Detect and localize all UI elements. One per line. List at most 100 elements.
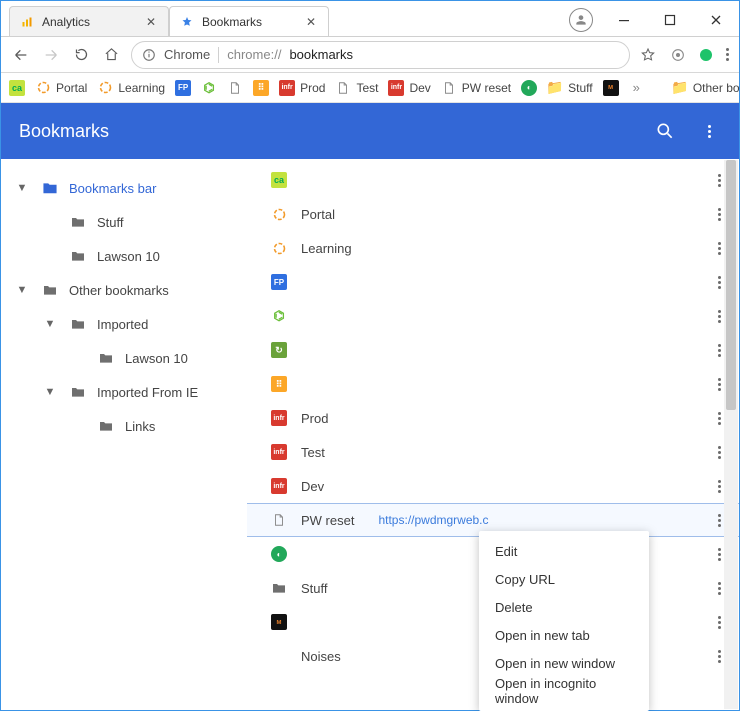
folder-icon bbox=[69, 248, 87, 264]
browser-tab[interactable]: Analytics✕ bbox=[9, 6, 169, 36]
row-more-button[interactable] bbox=[718, 537, 721, 571]
tree-node[interactable]: ▼Imported From IE bbox=[1, 375, 247, 409]
bookmark-favicon: ↻ bbox=[271, 342, 287, 358]
row-more-button[interactable] bbox=[718, 231, 721, 265]
row-more-button[interactable] bbox=[718, 401, 721, 435]
tree-expander-icon[interactable]: ▼ bbox=[41, 386, 59, 398]
reload-button[interactable] bbox=[71, 45, 91, 65]
context-menu-item[interactable]: Copy URL bbox=[479, 565, 649, 593]
address-bar[interactable]: Chrome chrome://bookmarks bbox=[131, 41, 630, 69]
row-more-button[interactable] bbox=[718, 197, 721, 231]
context-menu-item[interactable]: Edit bbox=[479, 537, 649, 565]
folder-icon bbox=[41, 282, 59, 298]
tree-node[interactable]: Stuff bbox=[1, 205, 247, 239]
home-button[interactable] bbox=[101, 45, 121, 65]
bookmark-list-row[interactable]: ⠿ bbox=[247, 367, 739, 401]
row-more-button[interactable] bbox=[718, 469, 721, 503]
bookmark-bar-item[interactable]: ⠿ bbox=[253, 80, 269, 96]
tree-label: Imported bbox=[97, 317, 148, 332]
bookmark-bar-item[interactable]: ⌬ bbox=[201, 80, 217, 96]
bookmark-list-row[interactable]: Portal bbox=[247, 197, 739, 231]
row-more-button[interactable] bbox=[718, 299, 721, 333]
bookmark-favicon bbox=[271, 206, 287, 222]
tab-label: Bookmarks bbox=[202, 15, 262, 29]
bookmark-bar-item[interactable]: PW reset bbox=[441, 80, 511, 96]
folder-icon bbox=[41, 180, 59, 196]
tree-expander-icon[interactable]: ▼ bbox=[41, 318, 59, 330]
back-button[interactable] bbox=[11, 45, 31, 65]
bookmark-bar-item[interactable]: ca bbox=[9, 80, 25, 96]
bookmark-favicon: ca bbox=[271, 172, 287, 188]
bookmark-bar-item[interactable]: м bbox=[603, 80, 619, 96]
omnibox-scheme: Chrome bbox=[164, 47, 210, 62]
context-menu-item[interactable]: Open in incognito window bbox=[479, 677, 649, 705]
bookmark-favicon: ⠿ bbox=[271, 376, 287, 392]
bookmark-list-row[interactable]: FP bbox=[247, 265, 739, 299]
tree-label: Stuff bbox=[97, 215, 124, 230]
bookmark-url: https://pwdmgrweb.c bbox=[378, 513, 488, 527]
tree-node[interactable]: Lawson 10 bbox=[1, 341, 247, 375]
bookmark-bar-item[interactable]: infrProd bbox=[279, 80, 325, 96]
row-more-button[interactable] bbox=[718, 639, 721, 673]
bookmark-list-row[interactable]: infrDev bbox=[247, 469, 739, 503]
bookmark-bar-item[interactable]: Test bbox=[335, 80, 378, 96]
row-more-button[interactable] bbox=[718, 265, 721, 299]
bookmark-list-row[interactable]: Learning bbox=[247, 231, 739, 265]
bookmark-name: Portal bbox=[301, 207, 335, 222]
row-more-button[interactable] bbox=[718, 504, 721, 536]
star-bookmark-icon[interactable] bbox=[640, 47, 656, 63]
bookmark-bar-item[interactable]: 📁Stuff bbox=[547, 80, 592, 96]
row-more-button[interactable] bbox=[718, 571, 721, 605]
other-bookmarks-button[interactable]: 📁Other bookmarks bbox=[672, 80, 740, 96]
header-menu-button[interactable] bbox=[697, 119, 721, 143]
context-menu-item[interactable]: Open in new window bbox=[479, 649, 649, 677]
window-minimize-button[interactable] bbox=[601, 4, 647, 36]
tree-node[interactable]: ▼Other bookmarks bbox=[1, 273, 247, 307]
bookmark-bar-item[interactable]: infrDev bbox=[388, 80, 430, 96]
bookmarks-toolbar: ca Portal Learning FP ⌬ ⠿ infrProd Test infrDev P… bbox=[1, 73, 739, 103]
bookmark-name: PW reset bbox=[301, 513, 354, 528]
bookmark-bar-item[interactable] bbox=[227, 80, 243, 96]
tree-node[interactable]: Links bbox=[1, 409, 247, 443]
window-maximize-button[interactable] bbox=[647, 4, 693, 36]
omnibox-url-prefix: chrome:// bbox=[227, 47, 281, 62]
bookmark-list-row[interactable]: ca bbox=[247, 163, 739, 197]
scrollbar-track[interactable] bbox=[724, 160, 738, 709]
row-more-button[interactable] bbox=[718, 163, 721, 197]
bookmark-bar-item[interactable]: Portal bbox=[35, 80, 87, 96]
bookmark-list-row[interactable]: ↻ bbox=[247, 333, 739, 367]
tree-node[interactable]: ▼ Imported bbox=[1, 307, 247, 341]
scrollbar-thumb[interactable] bbox=[726, 160, 736, 410]
row-more-button[interactable] bbox=[718, 435, 721, 469]
bookmark-overflow-icon[interactable]: » bbox=[633, 80, 640, 95]
context-menu-item[interactable]: Delete bbox=[479, 593, 649, 621]
row-more-button[interactable] bbox=[718, 605, 721, 639]
context-menu-item[interactable]: Open in new tab bbox=[479, 621, 649, 649]
extension-icon-2[interactable] bbox=[700, 49, 712, 61]
row-more-button[interactable] bbox=[718, 367, 721, 401]
bookmark-favicon bbox=[271, 580, 287, 596]
search-button[interactable] bbox=[653, 119, 677, 143]
bookmark-bar-item[interactable]: FP bbox=[175, 80, 191, 96]
folder-tree: ▼Bookmarks barStuffLawson 10▼Other bookm… bbox=[1, 159, 247, 710]
bookmark-bar-label: Learning bbox=[118, 81, 165, 95]
browser-menu-button[interactable] bbox=[726, 48, 729, 61]
extension-icon-1[interactable] bbox=[670, 47, 686, 63]
bookmark-bar-item[interactable]: Learning bbox=[97, 80, 165, 96]
tree-expander-icon[interactable]: ▼ bbox=[13, 284, 31, 296]
profile-icon[interactable] bbox=[569, 8, 593, 32]
browser-toolbar: Chrome chrome://bookmarks bbox=[1, 37, 739, 73]
tab-close-icon[interactable]: ✕ bbox=[306, 15, 316, 29]
window-close-button[interactable] bbox=[693, 4, 739, 36]
bookmark-list-row[interactable]: infrTest bbox=[247, 435, 739, 469]
tree-node[interactable]: Lawson 10 bbox=[1, 239, 247, 273]
forward-button[interactable] bbox=[41, 45, 61, 65]
row-more-button[interactable] bbox=[718, 333, 721, 367]
bookmark-bar-item[interactable]: ◐ bbox=[521, 80, 537, 96]
browser-tab[interactable]: Bookmarks ✕ bbox=[169, 6, 329, 36]
tree-expander-icon[interactable]: ▼ bbox=[13, 182, 31, 194]
tab-close-icon[interactable]: ✕ bbox=[146, 15, 156, 29]
bookmark-list-row[interactable]: ⌬ bbox=[247, 299, 739, 333]
tree-node[interactable]: ▼Bookmarks bar bbox=[1, 171, 247, 205]
bookmark-list-row[interactable]: infrProd bbox=[247, 401, 739, 435]
